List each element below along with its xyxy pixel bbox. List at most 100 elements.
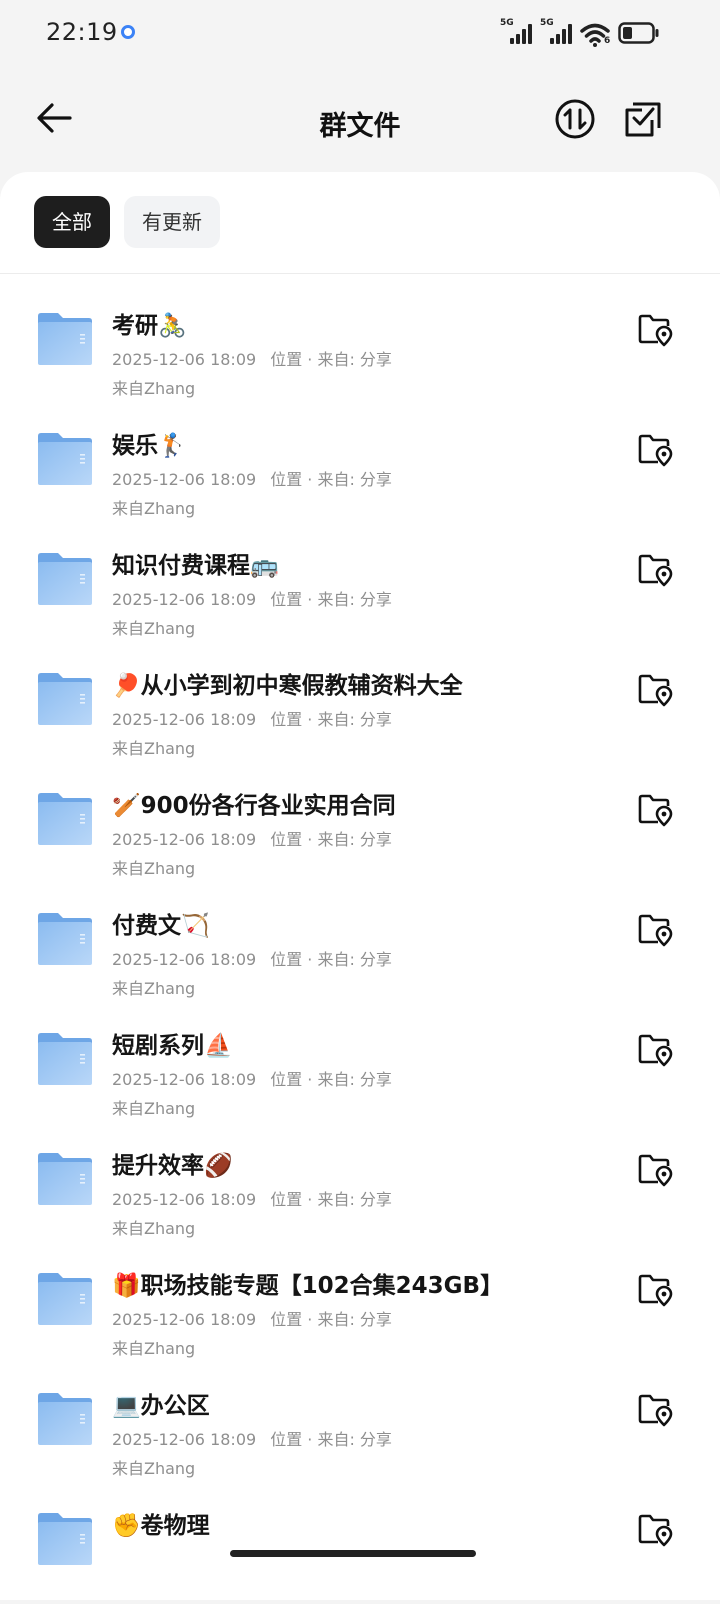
status-time: 22:19: [46, 18, 118, 46]
folder-date: 2025-12-06 18:09: [112, 1070, 257, 1089]
folder-icon: [38, 1513, 92, 1565]
folder-location-icon[interactable]: [638, 914, 674, 948]
folder-date: 2025-12-06 18:09: [112, 470, 257, 489]
folder-icon: [38, 673, 92, 725]
folder-location-icon[interactable]: [638, 794, 674, 828]
folder-name: ✊卷物理: [112, 1513, 210, 1539]
multi-select-button[interactable]: [622, 98, 664, 140]
folder-location: 位置 · 来自: 分享: [270, 950, 392, 969]
folder-location-icon[interactable]: [638, 1154, 674, 1188]
folder-name: 🏏900份各行各业实用合同: [112, 793, 396, 819]
folder-meta: 2025-12-06 18:09 位置 · 来自: 分享: [112, 1066, 392, 1090]
folder-meta: 2025-12-06 18:09 位置 · 来自: 分享: [112, 1306, 392, 1330]
folder-owner: 来自Zhang: [112, 1219, 196, 1238]
sort-button[interactable]: [554, 98, 596, 140]
folder-owner: 来自Zhang: [112, 1099, 196, 1118]
checkbox-multi-select-icon: [625, 102, 661, 137]
folder-row[interactable]: 知识付费课程🚌 2025-12-06 18:09 位置 · 来自: 分享 来自Zh…: [0, 524, 720, 644]
folder-row[interactable]: 🏓从小学到初中寒假教辅资料大全 2025-12-06 18:09 位置 · 来自:…: [0, 644, 720, 764]
folder-location-icon[interactable]: [638, 314, 674, 348]
folder-row[interactable]: 付费文🏹 2025-12-06 18:09 位置 · 来自: 分享 来自Zhang: [0, 884, 720, 1004]
folder-meta: 2025-12-06 18:09 位置 · 来自: 分享: [112, 706, 392, 730]
folder-location: 位置 · 来自: 分享: [270, 1190, 392, 1209]
folder-date: 2025-12-06 18:09: [112, 1190, 257, 1209]
tab-updated[interactable]: 有更新: [124, 196, 220, 248]
folder-date: 2025-12-06 18:09: [112, 1310, 257, 1329]
folder-location: 位置 · 来自: 分享: [270, 350, 392, 369]
folder-name: 提升效率🏈: [112, 1153, 233, 1179]
top-app-bar: 群文件: [0, 68, 720, 172]
folder-location-icon[interactable]: [638, 1394, 674, 1428]
folder-owner: 来自Zhang: [112, 1459, 196, 1478]
folder-date: 2025-12-06 18:09: [112, 590, 257, 609]
folder-owner: 来自Zhang: [112, 379, 196, 398]
folder-owner: 来自Zhang: [112, 1339, 196, 1358]
folder-date: 2025-12-06 18:09: [112, 710, 257, 729]
folder-location: 位置 · 来自: 分享: [270, 590, 392, 609]
folder-date: 2025-12-06 18:09: [112, 350, 257, 369]
folder-meta: 2025-12-06 18:09 位置 · 来自: 分享: [112, 1426, 392, 1450]
folder-name: 娱乐🏌: [112, 433, 187, 459]
folder-icon: [38, 793, 92, 845]
folder-row[interactable]: 🎁职场技能专题【102合集243GB】 2025-12-06 18:09 位置 ·…: [0, 1244, 720, 1364]
divider: [0, 273, 720, 274]
folder-location-icon[interactable]: [638, 674, 674, 708]
folder-row[interactable]: 🏏900份各行各业实用合同 2025-12-06 18:09 位置 · 来自: 分…: [0, 764, 720, 884]
folder-location-icon[interactable]: [638, 1514, 674, 1548]
wifi-band-label: 6: [604, 36, 611, 46]
folder-meta: 2025-12-06 18:09 位置 · 来自: 分享: [112, 826, 392, 850]
folder-icon: [38, 433, 92, 485]
folder-meta: 2025-12-06 18:09 位置 · 来自: 分享: [112, 586, 392, 610]
folder-date: 2025-12-06 18:09: [112, 1430, 257, 1449]
folder-name: 短剧系列⛵: [112, 1033, 233, 1059]
folder-icon: [38, 313, 92, 365]
notification-dot-icon: [121, 25, 135, 39]
folder-owner: 来自Zhang: [112, 979, 196, 998]
folder-name: 考研🚴: [112, 313, 187, 339]
page-title: 群文件: [319, 111, 401, 142]
folder-name: 💻办公区: [112, 1393, 210, 1419]
folder-name: 🏓从小学到初中寒假教辅资料大全: [112, 673, 463, 699]
content-sheet: 全部 有更新 考研🚴 2025-12-06 18:09 位置 · 来自: 分享 来…: [0, 172, 720, 1600]
folder-meta: 2025-12-06 18:09 位置 · 来自: 分享: [112, 1186, 392, 1210]
folder-row[interactable]: 考研🚴 2025-12-06 18:09 位置 · 来自: 分享 来自Zhang: [0, 284, 720, 404]
folder-location-icon[interactable]: [638, 434, 674, 468]
folder-row[interactable]: 提升效率🏈 2025-12-06 18:09 位置 · 来自: 分享 来自Zhan…: [0, 1124, 720, 1244]
folder-meta: 2025-12-06 18:09 位置 · 来自: 分享: [112, 946, 392, 970]
folder-icon: [38, 1393, 92, 1445]
folder-meta: 2025-12-06 18:09 位置 · 来自: 分享: [112, 466, 392, 490]
folder-location: 位置 · 来自: 分享: [270, 470, 392, 489]
folder-icon: [38, 913, 92, 965]
folder-owner: 来自Zhang: [112, 739, 196, 758]
folder-location: 位置 · 来自: 分享: [270, 1070, 392, 1089]
folder-location: 位置 · 来自: 分享: [270, 1310, 392, 1329]
folder-icon: [38, 553, 92, 605]
folder-date: 2025-12-06 18:09: [112, 950, 257, 969]
folder-location: 位置 · 来自: 分享: [270, 1430, 392, 1449]
folder-icon: [38, 1153, 92, 1205]
folder-location: 位置 · 来自: 分享: [270, 710, 392, 729]
folder-icon: [38, 1033, 92, 1085]
folder-location-icon[interactable]: [638, 1274, 674, 1308]
folder-owner: 来自Zhang: [112, 619, 196, 638]
folder-row[interactable]: 💻办公区 2025-12-06 18:09 位置 · 来自: 分享 来自Zhang: [0, 1364, 720, 1484]
folder-name: 付费文🏹: [112, 913, 210, 939]
folder-location-icon[interactable]: [638, 554, 674, 588]
folder-location-icon[interactable]: [638, 1034, 674, 1068]
folder-owner: 来自Zhang: [112, 859, 196, 878]
folder-meta: [112, 1546, 126, 1565]
folder-meta: 2025-12-06 18:09 位置 · 来自: 分享: [112, 346, 392, 370]
home-indicator[interactable]: [230, 1550, 476, 1557]
folder-row[interactable]: ✊卷物理: [0, 1484, 720, 1604]
sort-arrows-icon: [555, 99, 595, 139]
status-bar: 22:19 5G 5G 6: [0, 0, 720, 68]
folder-name: 知识付费课程🚌: [112, 553, 279, 579]
folder-date: 2025-12-06 18:09: [112, 830, 257, 849]
folder-location: 位置 · 来自: 分享: [270, 830, 392, 849]
tab-all[interactable]: 全部: [34, 196, 110, 248]
folder-row[interactable]: 短剧系列⛵ 2025-12-06 18:09 位置 · 来自: 分享 来自Zhan…: [0, 1004, 720, 1124]
folder-icon: [38, 1273, 92, 1325]
folder-row[interactable]: 娱乐🏌 2025-12-06 18:09 位置 · 来自: 分享 来自Zhang: [0, 404, 720, 524]
folder-name: 🎁职场技能专题【102合集243GB】: [112, 1273, 504, 1299]
battery-icon: [618, 22, 659, 44]
